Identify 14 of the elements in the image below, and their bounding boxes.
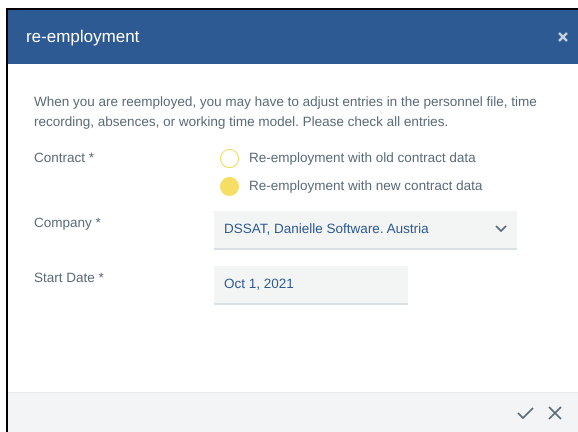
check-icon[interactable] [517,406,534,418]
field-label: Company * [34,214,102,232]
radio-option[interactable]: Re-employment with old contract data [220,148,482,168]
date-field[interactable]: Oct 1, 2021 [214,266,408,304]
info-message: When you are reemployed, you may have to adjust entries in the personnel file, time recording, absences, or working time model. Please check all entries. [34,93,538,131]
chevron-down-icon [495,225,507,233]
radio-option[interactable]: Re-employment with new contract data [220,176,482,196]
company-select[interactable]: DSSAT, Danielle Software. Austria [214,210,517,250]
radio-button[interactable] [220,148,239,168]
radio-button[interactable] [220,176,239,196]
field-label: Start Date * [34,268,105,286]
close-icon[interactable] [548,406,562,420]
field-label: Contract * [34,149,96,167]
dialog-title: re-employment [26,26,140,48]
